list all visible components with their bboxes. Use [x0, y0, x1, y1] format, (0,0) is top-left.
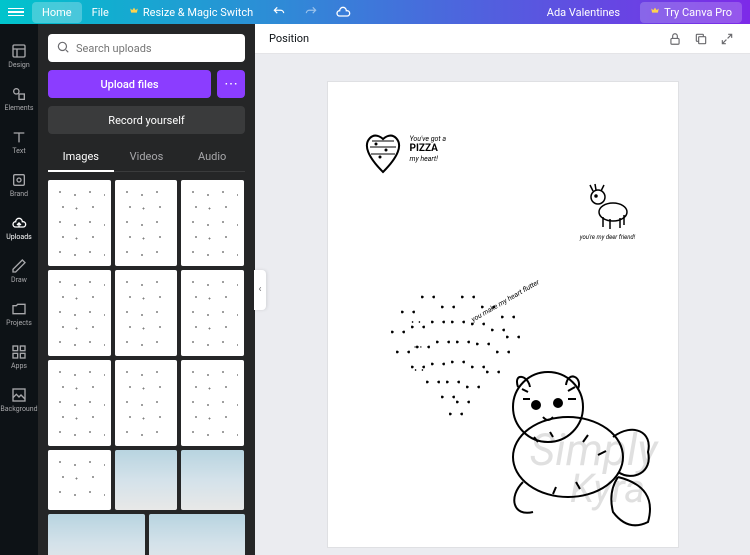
try-canva-pro-button[interactable]: Try Canva Pro — [640, 2, 742, 23]
position-button[interactable]: Position — [269, 32, 309, 45]
upload-thumb[interactable] — [181, 450, 244, 510]
lock-icon[interactable] — [666, 30, 684, 48]
elements-icon — [11, 86, 27, 102]
artwork-tiger[interactable] — [458, 337, 668, 537]
uploads-panel: Upload files ⋯ Record yourself Images Vi… — [38, 24, 255, 555]
canvas-toolbar: Position — [255, 24, 750, 54]
search-uploads[interactable] — [48, 34, 245, 62]
upload-thumb[interactable] — [181, 270, 244, 356]
top-bar: Home File Resize & Magic Switch Ada Vale… — [0, 0, 750, 24]
menu-button[interactable] — [8, 4, 24, 20]
uploads-grid[interactable] — [48, 180, 245, 555]
file-menu[interactable]: File — [82, 2, 119, 23]
upload-thumb[interactable] — [181, 360, 244, 446]
rail-label: Background — [0, 405, 37, 413]
apps-icon — [11, 344, 27, 360]
rail-label: Uploads — [6, 233, 32, 241]
rail-label: Projects — [6, 319, 32, 327]
upload-thumb[interactable] — [48, 180, 111, 266]
design-icon — [11, 43, 27, 59]
search-icon — [56, 39, 70, 58]
canvas-area: Position ‹ You've got a PIZZA my heart! — [255, 24, 750, 555]
duplicate-page-icon[interactable] — [692, 30, 710, 48]
page[interactable]: You've got a PIZZA my heart! you're my d… — [328, 82, 678, 547]
text-icon — [11, 129, 27, 145]
rail-label: Apps — [11, 362, 27, 370]
resize-label: Resize & Magic Switch — [143, 6, 253, 19]
rail-label: Design — [8, 61, 29, 69]
svg-text:you make my heart flutter: you make my heart flutter — [469, 278, 541, 324]
crown-icon — [650, 6, 660, 19]
rail-label: Draw — [11, 276, 27, 284]
background-icon — [11, 387, 27, 403]
upload-more-button[interactable]: ⋯ — [217, 70, 245, 98]
uploads-icon — [11, 215, 27, 231]
home-tab[interactable]: Home — [32, 2, 82, 23]
rail-elements[interactable]: Elements — [0, 77, 38, 120]
artwork-text: you're my deer friend! — [568, 234, 648, 241]
expand-icon[interactable] — [718, 30, 736, 48]
undo-button[interactable] — [269, 2, 289, 22]
crown-icon — [129, 6, 139, 19]
rail-label: Text — [12, 147, 25, 155]
upload-thumb[interactable] — [115, 360, 178, 446]
upload-thumb[interactable] — [48, 450, 111, 510]
rail-background[interactable]: Background — [0, 378, 38, 421]
rail-uploads[interactable]: Uploads — [0, 206, 38, 249]
artwork-text: You've got a PIZZA my heart! — [410, 135, 447, 164]
tab-audio[interactable]: Audio — [179, 142, 245, 171]
upload-files-button[interactable]: Upload files — [48, 70, 211, 98]
upload-thumb[interactable] — [48, 514, 145, 555]
rail-text[interactable]: Text — [0, 120, 38, 163]
draw-icon — [11, 258, 27, 274]
upload-thumb[interactable] — [48, 270, 111, 356]
pro-label: Try Canva Pro — [664, 6, 732, 19]
upload-thumb[interactable] — [115, 180, 178, 266]
record-yourself-button[interactable]: Record yourself — [48, 106, 245, 134]
cloud-sync-icon[interactable] — [333, 2, 353, 22]
document-title[interactable]: Ada Valentines — [537, 2, 630, 23]
redo-button[interactable] — [301, 2, 321, 22]
tab-images[interactable]: Images — [48, 142, 114, 171]
side-rail: Design Elements Text Brand Uploads Draw … — [0, 24, 38, 555]
upload-thumb[interactable] — [149, 514, 246, 555]
rail-projects[interactable]: Projects — [0, 292, 38, 335]
rail-label: Brand — [10, 190, 28, 198]
rail-draw[interactable]: Draw — [0, 249, 38, 292]
rail-apps[interactable]: Apps — [0, 335, 38, 378]
upload-thumb[interactable] — [115, 270, 178, 356]
rail-label: Elements — [4, 104, 33, 112]
artwork-deer[interactable]: you're my deer friend! — [568, 177, 648, 241]
brand-icon — [11, 172, 27, 188]
upload-thumb[interactable] — [48, 360, 111, 446]
search-input[interactable] — [76, 42, 237, 55]
tab-videos[interactable]: Videos — [114, 142, 180, 171]
artwork-pizza-heart[interactable]: You've got a PIZZA my heart! — [358, 127, 458, 187]
canvas-viewport[interactable]: You've got a PIZZA my heart! you're my d… — [255, 54, 750, 555]
upload-tabs: Images Videos Audio — [48, 142, 245, 172]
resize-magic-switch-button[interactable]: Resize & Magic Switch — [119, 2, 263, 23]
rail-brand[interactable]: Brand — [0, 163, 38, 206]
upload-thumb[interactable] — [181, 180, 244, 266]
upload-thumb[interactable] — [115, 450, 178, 510]
projects-icon — [11, 301, 27, 317]
rail-design[interactable]: Design — [0, 34, 38, 77]
